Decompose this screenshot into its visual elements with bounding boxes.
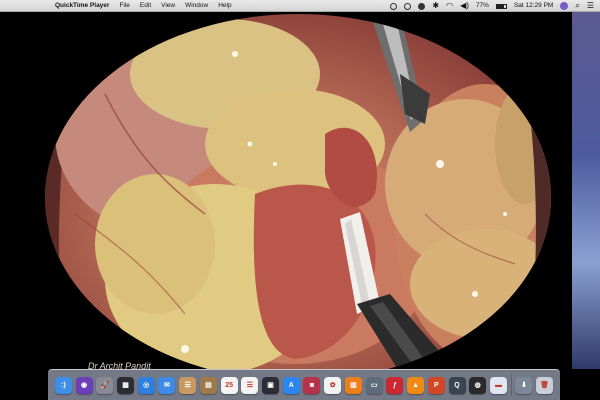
reminders-icon[interactable]: ☰ (241, 376, 259, 394)
video-watermark: Dr Archit Pandit (88, 361, 151, 369)
stickies-icon[interactable]: ▣ (262, 376, 280, 394)
dock-separator (510, 374, 512, 396)
menu-bar: QuickTime Player File Edit View Window H… (0, 0, 600, 12)
safari-icon[interactable]: ◎ (137, 376, 155, 394)
menu-window[interactable]: Window (185, 0, 208, 12)
menu-file[interactable]: File (119, 0, 129, 12)
app-store-icon[interactable]: A (282, 376, 300, 394)
creative-cloud-icon[interactable] (390, 0, 398, 12)
menu-view[interactable]: View (161, 0, 175, 12)
wifi-icon[interactable]: ◠ (446, 0, 453, 12)
mission-control-icon[interactable]: ▦ (117, 376, 135, 394)
preview-icon[interactable]: ▬ (489, 376, 507, 394)
calendar-icon[interactable]: 25 (220, 376, 238, 394)
photo-booth-icon[interactable]: ◙ (303, 376, 321, 394)
surgical-scene (45, 14, 551, 369)
battery-icon[interactable] (495, 0, 507, 12)
volume-icon[interactable]: ◀) (460, 0, 469, 12)
menu-help[interactable]: Help (218, 0, 231, 12)
desktop-background (572, 12, 600, 369)
flash-player-icon[interactable]: ƒ (386, 376, 404, 394)
keynote-icon[interactable]: ▭ (365, 376, 383, 394)
endoscope-image (45, 14, 551, 369)
vlc-icon[interactable]: ▲ (407, 376, 425, 394)
contacts-icon[interactable]: ☰ (179, 376, 197, 394)
menu-app-name[interactable]: QuickTime Player (55, 0, 109, 12)
menu-clock[interactable]: Sat 12:29 PM (514, 0, 553, 12)
notes-icon[interactable]: ▤ (199, 376, 217, 394)
launchpad-icon[interactable]: 🚀 (96, 376, 114, 394)
video-frame[interactable]: Dr Archit Pandit (0, 12, 600, 369)
battery-percent[interactable]: 77% (476, 0, 489, 12)
downloads-folder-icon[interactable]: ⬇ (515, 376, 533, 394)
obs-icon[interactable]: ◍ (469, 376, 487, 394)
spotlight-icon[interactable]: ⌕ (575, 0, 579, 12)
trash-icon[interactable]: 🗑 (536, 376, 554, 394)
dock: :) ◉ 🚀 ▦ ◎ ✉ ☰ ▤ 25 ☰ ▣ A ◙ ✿ ▥ ▭ ƒ ▲ P Q ◍ ▬ ⬇ 🗑 (48, 369, 560, 400)
menu-edit[interactable]: Edit (140, 0, 151, 12)
mail-icon[interactable]: ✉ (158, 376, 176, 394)
notification-center-icon[interactable]: ☰ (587, 0, 594, 12)
finder-icon[interactable]: :) (54, 376, 72, 394)
quicktime-icon[interactable]: Q (448, 376, 466, 394)
powerpoint-icon[interactable]: P (427, 376, 445, 394)
photos-icon[interactable]: ✿ (324, 376, 342, 394)
bluetooth-icon[interactable]: ✱ (432, 0, 439, 12)
sync-icon[interactable] (418, 0, 426, 12)
ibooks-icon[interactable]: ▥ (344, 376, 362, 394)
time-machine-icon[interactable] (404, 0, 412, 12)
user-avatar[interactable] (560, 0, 569, 12)
status-area: ✱ ◠ ◀) 77% Sat 12:29 PM ⌕ ☰ (390, 0, 594, 12)
siri-icon[interactable]: ◉ (75, 376, 93, 394)
